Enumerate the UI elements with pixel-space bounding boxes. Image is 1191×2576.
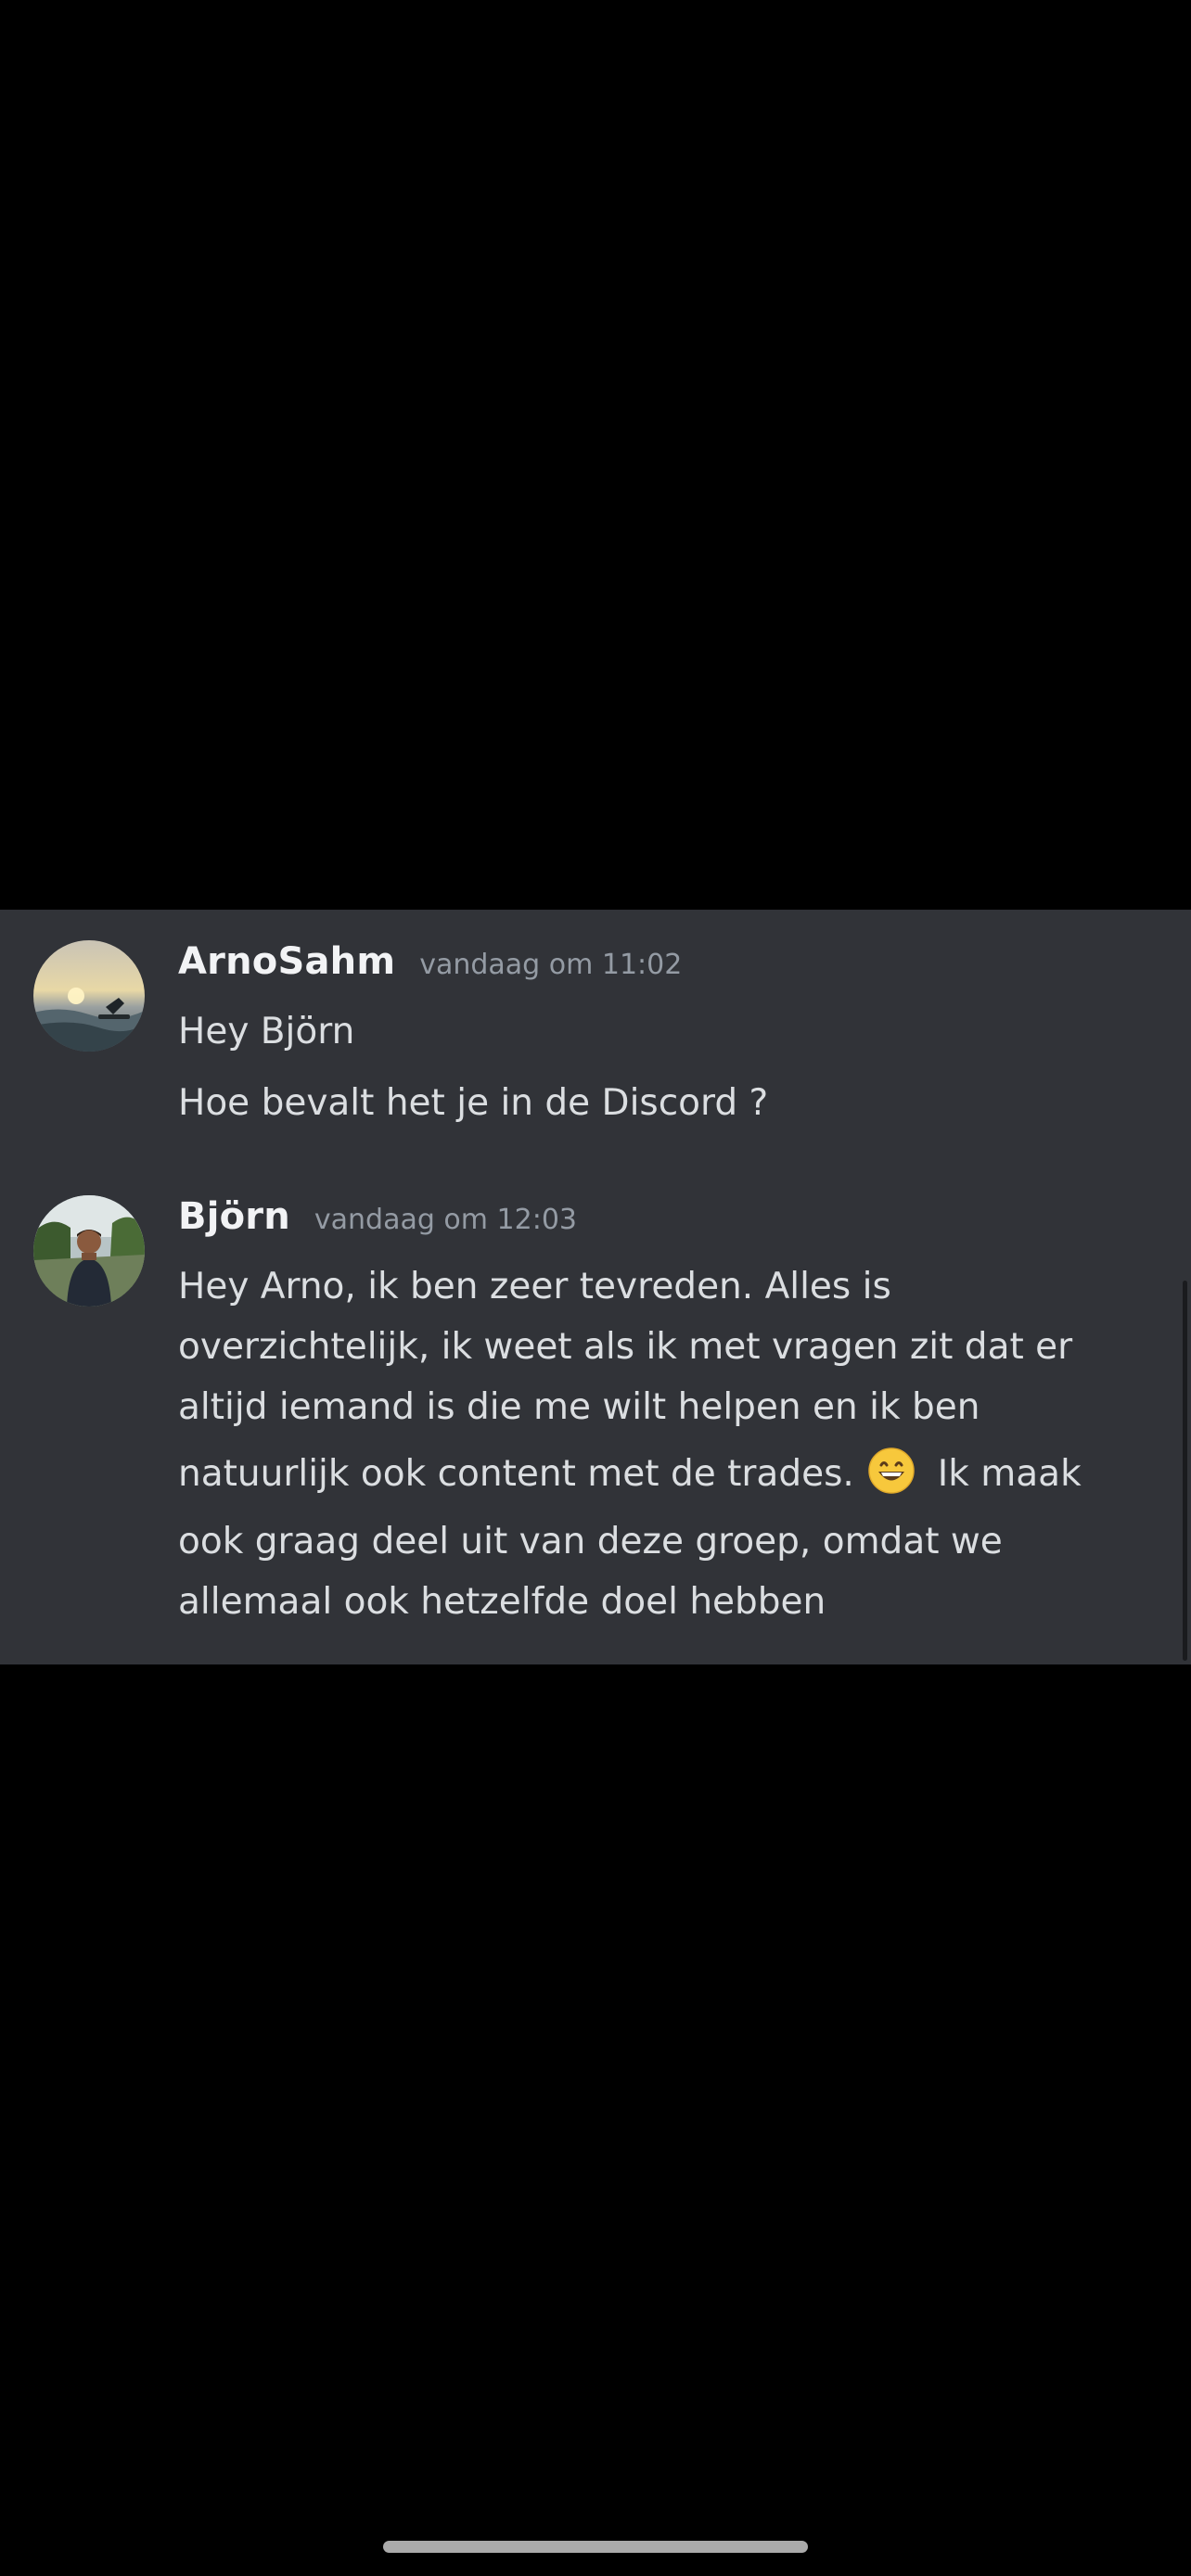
message-content: Hey Arno, ik ben zeer tevreden. Alles is… <box>178 1256 1124 1632</box>
message-line: overzichtelijk, ik weet als ik met vrage… <box>178 1326 1073 1368</box>
message-line: altijd iemand is die me wilt helpen en i… <box>178 1386 980 1428</box>
message-text: natuurlijk ook content met de trades. <box>178 1453 854 1495</box>
username[interactable]: Björn <box>178 1195 290 1238</box>
message-content: Hey Björn Hoe bevalt het je in de Discor… <box>178 1001 1124 1133</box>
avatar[interactable] <box>33 940 145 1052</box>
message-line: Hey Björn <box>178 1011 355 1052</box>
message-line: allemaal ook hetzelfde doel hebben <box>178 1581 826 1623</box>
avatar-man-outdoors-icon <box>33 1195 145 1307</box>
timestamp: vandaag om 12:03 <box>314 1204 578 1236</box>
message-line: Hey Arno, ik ben zeer tevreden. Alles is <box>178 1266 891 1307</box>
timestamp: vandaag om 11:02 <box>419 949 683 981</box>
message-header: ArnoSahm vandaag om 11:02 <box>178 940 682 996</box>
message-line: ook graag deel uit van deze groep, omdat… <box>178 1521 1003 1562</box>
home-indicator[interactable] <box>383 2541 808 2553</box>
grinning-face-emoji-icon <box>868 1447 915 1494</box>
scrollbar[interactable] <box>1183 1281 1187 1661</box>
chat-panel: ArnoSahm vandaag om 11:02 Hey Björn Hoe … <box>0 910 1191 1664</box>
message-line: Hoe bevalt het je in de Discord ? <box>178 1082 769 1124</box>
username[interactable]: ArnoSahm <box>178 940 395 983</box>
avatar-sunset-surfer-icon <box>33 940 145 1052</box>
message-line-with-emoji: natuurlijk ook content met de trades. Ik… <box>178 1437 1124 1511</box>
avatar[interactable] <box>33 1195 145 1307</box>
message-text: Ik maak <box>937 1453 1082 1495</box>
message-header: Björn vandaag om 12:03 <box>178 1195 577 1251</box>
